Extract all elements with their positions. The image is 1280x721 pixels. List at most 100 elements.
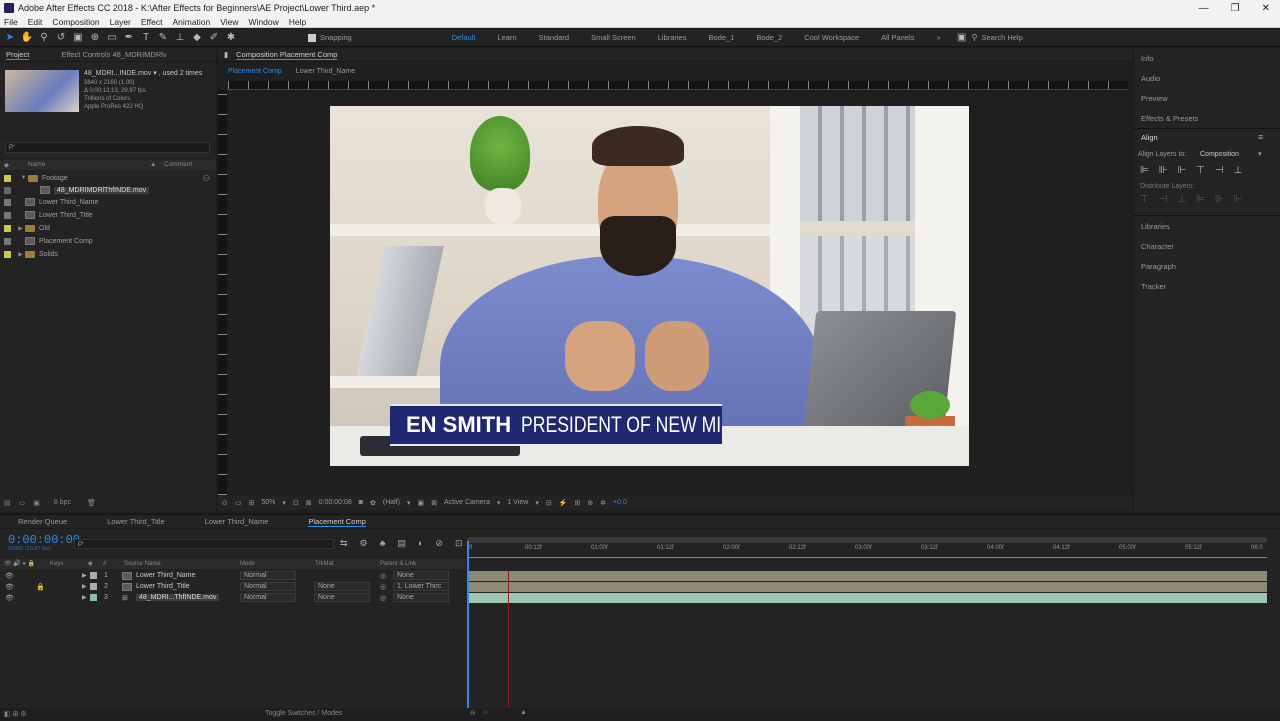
timeline-current-time[interactable]: 0:00:00:00 bbox=[8, 533, 80, 547]
menu-edit[interactable]: Edit bbox=[28, 17, 43, 27]
hierarchy-icon[interactable]: ⚇ bbox=[203, 174, 210, 183]
flowchart-icon[interactable]: ⊕ bbox=[587, 499, 593, 507]
camera-tool-icon[interactable]: ▣ bbox=[71, 31, 85, 45]
sync-settings-icon[interactable]: ▣ bbox=[956, 31, 968, 45]
mask-visibility-icon[interactable]: ⊞ bbox=[249, 499, 255, 507]
close-button[interactable]: ✕ bbox=[1262, 3, 1270, 14]
graph-editor-icon[interactable]: ⊘ bbox=[435, 538, 443, 549]
panel-menu-icon[interactable]: ≡ bbox=[1258, 132, 1263, 142]
zoom-select[interactable]: 50% bbox=[261, 499, 275, 506]
layer-parent-select[interactable]: 1. Lower Thirc bbox=[393, 582, 449, 591]
lower-third-bar[interactable]: EN SMITH PRESIDENT OF NEW MI bbox=[390, 404, 722, 446]
panel-effects-presets[interactable]: Effects & Presets bbox=[1141, 114, 1198, 123]
align-bottom-icon[interactable]: ⊥ bbox=[1234, 165, 1243, 176]
time-ruler[interactable]: 0f 00:12f 01:00f 01:12f 02:00f 02:12f 03… bbox=[467, 545, 1267, 557]
layer-label-color[interactable] bbox=[90, 583, 97, 590]
panel-character[interactable]: Character bbox=[1141, 242, 1174, 251]
panel-info[interactable]: Info bbox=[1141, 54, 1154, 63]
col-parent[interactable]: Parent & Link bbox=[380, 561, 416, 567]
selection-tool-icon[interactable]: ➤ bbox=[3, 31, 17, 45]
layer-trkmat-select[interactable]: None bbox=[314, 582, 370, 591]
layer-name[interactable]: 48_MDRI...ThfINDE.mov bbox=[136, 594, 220, 601]
project-search-input[interactable]: ρ- bbox=[5, 142, 210, 153]
panel-libraries[interactable]: Libraries bbox=[1141, 222, 1170, 231]
layer-bar-2[interactable] bbox=[467, 582, 1267, 592]
distribute-hcenter-icon[interactable]: ⊪ bbox=[1215, 194, 1224, 205]
layer-trkmat-select[interactable]: None bbox=[314, 593, 370, 602]
monitor-icon[interactable]: ▭ bbox=[235, 499, 242, 507]
workspace-standard[interactable]: Standard bbox=[539, 33, 569, 42]
rotate-tool-icon[interactable]: ↺ bbox=[54, 31, 68, 45]
layer-mode-select[interactable]: Normal bbox=[240, 593, 296, 602]
layer-label-color[interactable] bbox=[90, 572, 97, 579]
menu-effect[interactable]: Effect bbox=[141, 17, 163, 27]
pickwhip-icon[interactable]: ◎ bbox=[380, 583, 386, 591]
menu-layer[interactable]: Layer bbox=[110, 17, 131, 27]
lock-icon[interactable]: ▮ bbox=[224, 50, 228, 59]
zoom-slider-knob[interactable]: ○ bbox=[483, 709, 487, 716]
brush-tool-icon[interactable]: ✎ bbox=[156, 31, 170, 45]
views-select[interactable]: 1 View bbox=[507, 499, 528, 506]
layer-mode-select[interactable]: Normal bbox=[240, 582, 296, 591]
distribute-right-icon[interactable]: ⊩ bbox=[1234, 194, 1243, 205]
comp-viewer[interactable]: EN SMITH PRESIDENT OF NEW MI bbox=[330, 106, 969, 466]
clone-stamp-tool-icon[interactable]: ⊥ bbox=[173, 31, 187, 45]
type-tool-icon[interactable]: T bbox=[139, 31, 153, 45]
layer-expand-icon[interactable]: ▶ bbox=[82, 594, 87, 601]
zoom-tool-icon[interactable]: ⚲ bbox=[37, 31, 51, 45]
workspace-bode-1[interactable]: Bode_1 bbox=[708, 33, 734, 42]
bpc-label[interactable]: 8 bpc bbox=[54, 499, 71, 507]
playhead[interactable] bbox=[467, 541, 469, 711]
toggle-pixel-icon[interactable]: ⊟ bbox=[546, 499, 552, 507]
camera-select[interactable]: Active Camera bbox=[444, 499, 490, 506]
align-hcenter-icon[interactable]: ⊪ bbox=[1159, 165, 1168, 176]
layer-row-3[interactable]: 👁 ▶ 3 ⊞ 48_MDRI...ThfINDE.mov Normal Non… bbox=[0, 592, 465, 603]
expand-arrow-icon[interactable]: ▶ bbox=[16, 251, 25, 258]
footer-icons[interactable]: ◧ ⊞ ⚙ bbox=[4, 710, 27, 718]
align-top-icon[interactable]: ⊤ bbox=[1196, 165, 1205, 176]
workspace-libraries[interactable]: Libraries bbox=[658, 33, 687, 42]
col-number[interactable]: # bbox=[103, 561, 106, 567]
region-of-interest-icon[interactable]: ▣ bbox=[418, 499, 425, 507]
work-area-bar[interactable] bbox=[467, 537, 1267, 543]
workspace-all-panels[interactable]: All Panels bbox=[881, 33, 914, 42]
layer-row-2[interactable]: 👁 🔒 ▶ 2 Lower Third_Title Normal None ◎ … bbox=[0, 581, 465, 592]
zoom-out-icon[interactable]: ⊖ bbox=[470, 709, 476, 717]
puppet-pin-tool-icon[interactable]: ✱ bbox=[224, 31, 238, 45]
current-time[interactable]: 0:00:00:08 bbox=[319, 499, 352, 506]
layer-bar-1[interactable] bbox=[467, 571, 1267, 581]
maximize-button[interactable]: ❐ bbox=[1231, 3, 1240, 14]
menu-animation[interactable]: Animation bbox=[172, 17, 210, 27]
horizontal-ruler[interactable] bbox=[228, 81, 1128, 90]
nav-lower-third-name[interactable]: Lower Third_Name bbox=[296, 68, 355, 75]
layer-name[interactable]: Lower Third_Title bbox=[136, 583, 190, 590]
panel-align[interactable]: Align bbox=[1141, 133, 1158, 142]
resolution-select[interactable]: (Half) bbox=[383, 499, 400, 506]
project-item-lower-third-title[interactable]: Lower Third_Title bbox=[0, 209, 93, 221]
visibility-eye-icon[interactable]: 👁 bbox=[5, 594, 14, 602]
layer-parent-select[interactable]: None bbox=[393, 571, 449, 580]
distribute-top-icon[interactable]: ⊤ bbox=[1140, 194, 1149, 205]
pickwhip-icon[interactable]: ◎ bbox=[380, 572, 386, 580]
toggle-switches-modes[interactable]: Toggle Switches / Modes bbox=[265, 710, 342, 717]
column-name[interactable]: Name bbox=[28, 161, 45, 168]
align-right-icon[interactable]: ⊩ bbox=[1177, 165, 1186, 176]
pickwhip-icon[interactable]: ◎ bbox=[380, 594, 386, 602]
new-comp-icon[interactable]: ▣ bbox=[33, 499, 40, 507]
graph-view-icon[interactable]: ⊡ bbox=[455, 538, 463, 549]
project-item-lower-third-name[interactable]: Lower Third_Name bbox=[0, 196, 98, 208]
snapshot-icon[interactable]: ◙ bbox=[359, 499, 363, 506]
color-channel-icon[interactable]: ✿ bbox=[370, 499, 376, 507]
col-source-name[interactable]: Source Name bbox=[124, 561, 161, 567]
minimize-button[interactable]: — bbox=[1199, 3, 1209, 14]
snapping-checkbox[interactable] bbox=[308, 33, 316, 42]
timeline-icon[interactable]: ⊞ bbox=[574, 499, 580, 507]
search-help-input[interactable]: Search Help bbox=[981, 33, 1022, 42]
draft-3d-icon[interactable]: ⚙ bbox=[360, 538, 368, 549]
align-vcenter-icon[interactable]: ⊣ bbox=[1215, 165, 1224, 176]
project-item-footage-folder[interactable]: ▼ Footage ⚇ bbox=[0, 172, 216, 184]
interpret-footage-icon[interactable]: ▤ bbox=[4, 499, 11, 507]
panel-preview[interactable]: Preview bbox=[1141, 94, 1168, 103]
transparency-grid-icon[interactable]: ⊠ bbox=[431, 499, 437, 507]
panel-tracker[interactable]: Tracker bbox=[1141, 282, 1166, 291]
